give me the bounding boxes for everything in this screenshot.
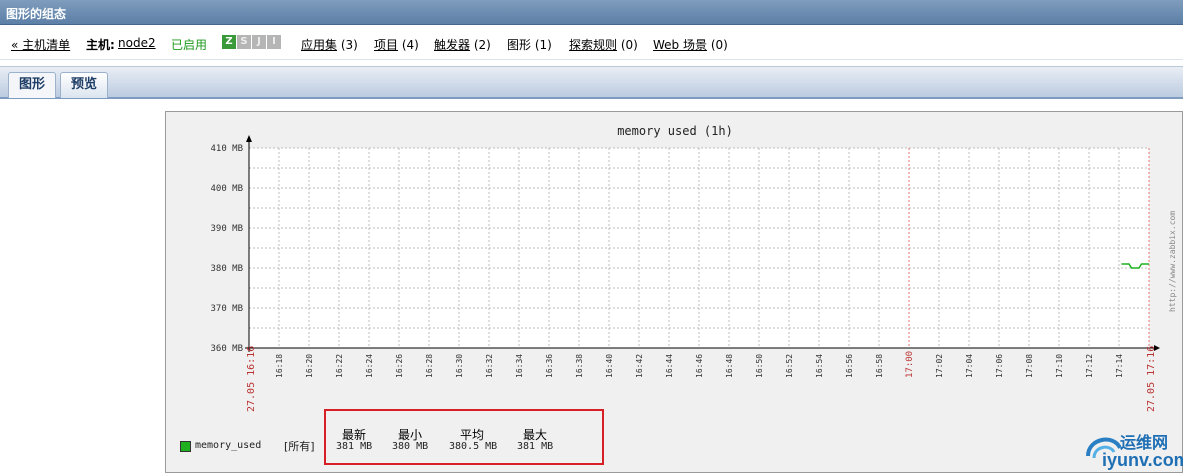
x-start-label: 27.05 16:16 xyxy=(246,346,257,412)
ipmi-badge: I xyxy=(267,35,281,49)
items-count: (4) xyxy=(401,38,419,52)
snmp-badge: S xyxy=(237,35,251,49)
x-tick-label: 16:22 xyxy=(335,354,344,378)
zabbix-agent-badge: Z xyxy=(222,35,236,49)
applications-link[interactable]: 应用集 xyxy=(301,38,337,52)
web-scenarios-count: (0) xyxy=(710,38,728,52)
host-label: 主机: xyxy=(86,38,115,52)
page-title-bar: 图形的组态 xyxy=(0,0,1183,25)
stats-highlight-box xyxy=(324,409,604,465)
applications-count: (3) xyxy=(340,38,358,52)
x-tick-label: 16:20 xyxy=(305,354,314,378)
graphs-label: 图形 xyxy=(507,38,532,52)
triggers-link[interactable]: 触发器 xyxy=(434,38,470,52)
x-tick-label: 17:12 xyxy=(1085,354,1094,378)
x-tick-label: 16:28 xyxy=(425,354,434,378)
x-tick-label: 16:38 xyxy=(575,354,584,378)
x-tick-label: 16:18 xyxy=(275,354,284,378)
x-tick-label: 16:46 xyxy=(695,354,704,378)
graph-preview: memory used (1h) 410 MB 400 MB 390 MB 380 M… xyxy=(165,111,1183,473)
y-tick-label: 380 MB xyxy=(210,264,243,274)
x-tick-label: 16:50 xyxy=(755,354,764,378)
discovery-count: (0) xyxy=(620,38,638,52)
tab-preview[interactable]: 预览 xyxy=(60,72,109,98)
nav-web: Web 场景 (0) xyxy=(653,36,728,53)
x-tick-label: 16:56 xyxy=(845,354,854,378)
nav-graphs: 图形 (1) xyxy=(507,36,552,53)
tab-graph[interactable]: 图形 xyxy=(8,72,57,98)
nav-triggers: 触发器 (2) xyxy=(434,36,491,53)
x-tick-label: 17:00 xyxy=(905,351,915,378)
y-tick-label: 390 MB xyxy=(210,224,243,234)
jmx-badge: J xyxy=(252,35,266,49)
nav-applications: 应用集 (3) xyxy=(301,36,358,53)
graphs-count: (1) xyxy=(534,38,552,52)
logo-text-bottom: iyunv.com xyxy=(1102,450,1183,470)
x-tick-label: 16:32 xyxy=(485,354,494,378)
x-tick-label: 16:44 xyxy=(665,354,674,378)
x-tick-label: 17:10 xyxy=(1055,354,1064,378)
items-link[interactable]: 项目 xyxy=(374,38,398,52)
host-list-link[interactable]: « 主机清单 xyxy=(11,36,70,53)
x-tick-label: 16:48 xyxy=(725,354,734,378)
x-tick-label: 16:26 xyxy=(395,354,404,378)
y-axis-arrow xyxy=(246,135,252,142)
x-tick-label: 16:52 xyxy=(785,354,794,378)
triggers-count: (2) xyxy=(473,38,491,52)
x-tick-label: 17:02 xyxy=(935,354,944,378)
y-tick-label: 410 MB xyxy=(210,144,243,154)
x-tick-label: 16:54 xyxy=(815,354,824,378)
x-tick-label: 16:24 xyxy=(365,354,374,378)
legend-item-name: memory_used xyxy=(195,440,262,451)
x-tick-label: 16:40 xyxy=(605,354,614,378)
x-tick-label: 17:14 xyxy=(1115,354,1124,378)
nav-discovery: 探索规则 (0) xyxy=(569,36,638,53)
memory-chart: memory used (1h) 410 MB 400 MB 390 MB 380 M… xyxy=(210,124,1160,412)
site-logo: 运维网 iyunv.com xyxy=(1080,424,1183,473)
host-status[interactable]: 已启用 xyxy=(171,36,207,53)
zabbix-watermark: http://www.zabbix.com xyxy=(1168,210,1177,312)
x-tick-label: 16:42 xyxy=(635,354,644,378)
web-scenarios-link[interactable]: Web 场景 xyxy=(653,38,707,52)
x-tick-label: 16:30 xyxy=(455,354,464,378)
legend-color-swatch xyxy=(180,441,191,452)
y-tick-label: 370 MB xyxy=(210,304,243,314)
discovery-link[interactable]: 探索规则 xyxy=(569,38,617,52)
y-tick-label: 400 MB xyxy=(210,184,243,194)
nav-items: 项目 (4) xyxy=(374,36,419,53)
host-nav-row: « 主机清单 主机: node2 已启用 Z S J I 应用集 (3) 项目 … xyxy=(0,26,1183,60)
x-tick-label: 16:58 xyxy=(875,354,884,378)
y-tick-label: 360 MB xyxy=(210,344,243,354)
tabs-bar: 图形 预览 xyxy=(0,66,1183,99)
legend-function: [所有] xyxy=(284,440,315,453)
x-end-label: 27.05 17:16 xyxy=(1146,346,1157,412)
x-tick-label: 17:08 xyxy=(1025,354,1034,378)
x-tick-label: 17:04 xyxy=(965,354,974,378)
host-name-link[interactable]: node2 xyxy=(118,36,156,50)
availability-badges: Z S J I xyxy=(222,35,281,49)
x-tick-label: 16:36 xyxy=(545,354,554,378)
x-tick-label: 16:34 xyxy=(515,354,524,378)
chart-title: memory used (1h) xyxy=(617,124,733,138)
x-tick-label: 17:06 xyxy=(995,354,1004,378)
page-title: 图形的组态 xyxy=(6,7,67,21)
